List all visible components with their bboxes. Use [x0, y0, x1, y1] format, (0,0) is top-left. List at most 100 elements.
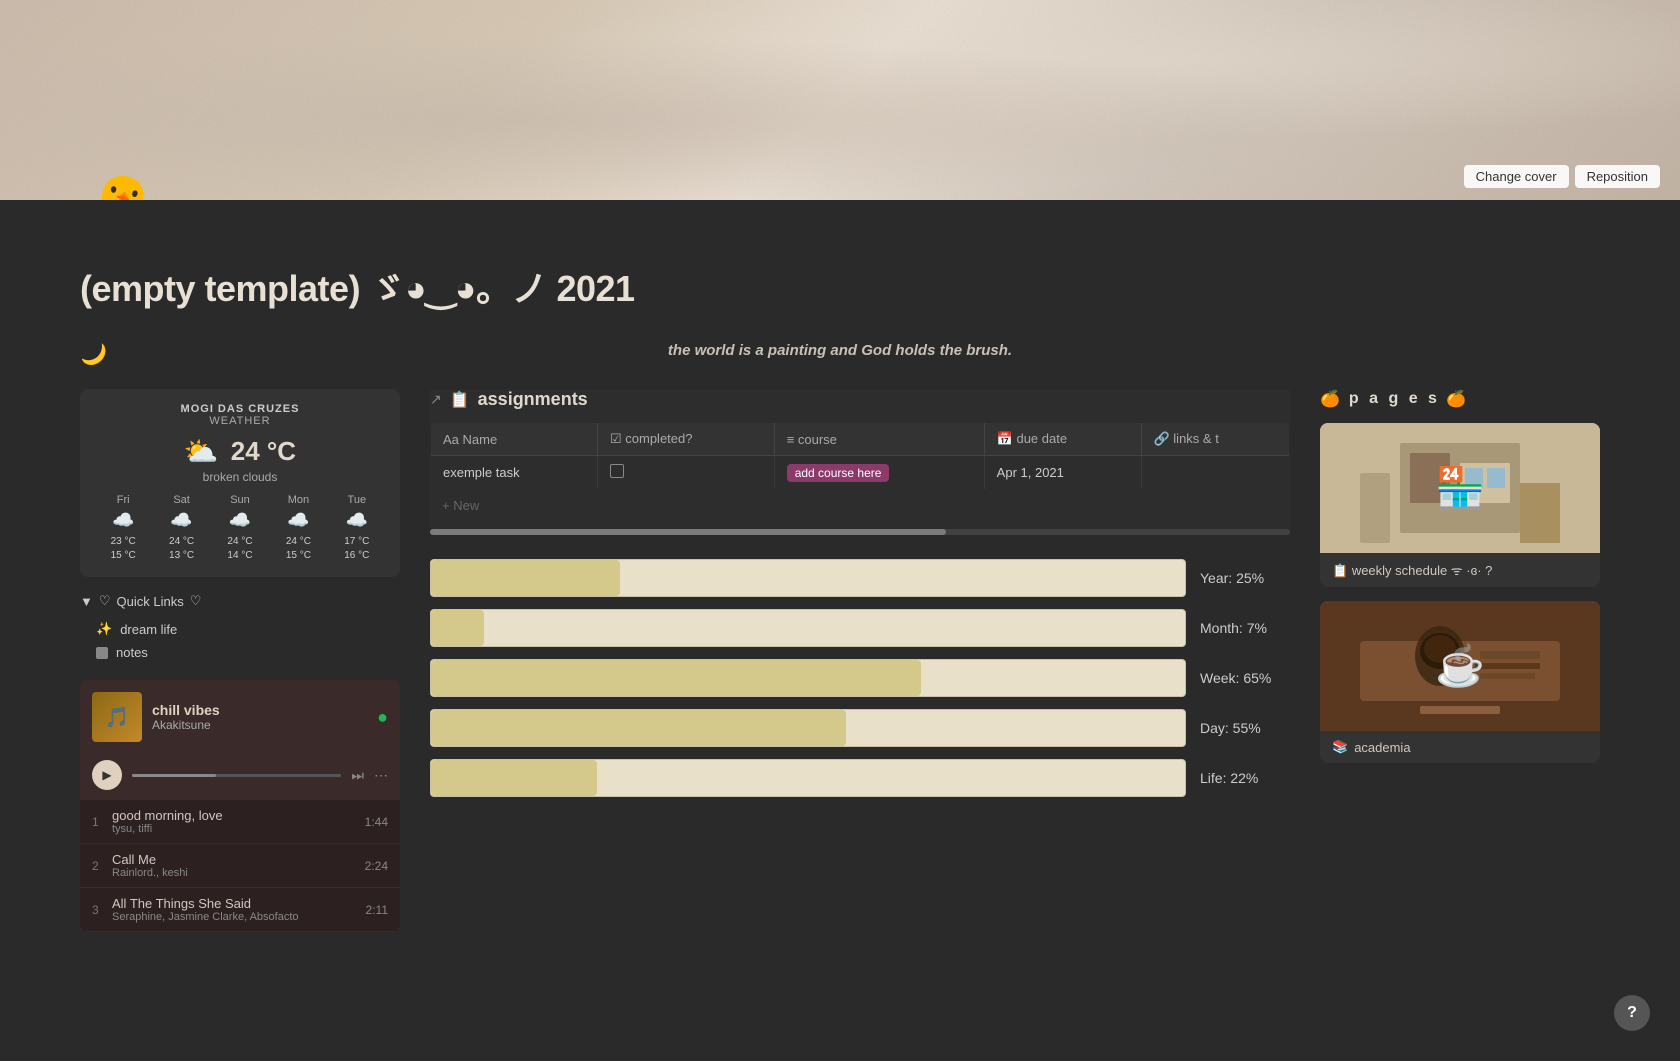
task-completed[interactable] [598, 456, 775, 490]
quick-link-dream-life[interactable]: ✨ dream life [80, 617, 400, 641]
quick-links-label: Quick Links [117, 594, 184, 609]
track-duration-1: 1:44 [365, 815, 388, 829]
page-card-label-1: 📋 weekly schedule ᯤ ·ɞ· ? [1320, 553, 1600, 587]
academia-icon: 📚 [1332, 739, 1348, 755]
academia-label-text: academia [1354, 740, 1410, 755]
music-artist: Akakitsune [152, 718, 367, 732]
track-3[interactable]: 3 All The Things She Said Seraphine, Jas… [80, 888, 400, 932]
assignments-tbody: exemple task add course here Apr 1, 2021 [431, 456, 1290, 490]
weather-day-tue: Tue ☁️ 17 °C16 °C [330, 494, 384, 563]
weather-temp: 24 °C [231, 436, 296, 467]
pages-header: 🍊 p a g e s 🍊 [1320, 389, 1600, 409]
cover-image: 🐣 Change cover Reposition [0, 0, 1680, 200]
page-card-img-2 [1320, 601, 1600, 731]
track-num-3: 3 [92, 903, 112, 917]
change-cover-button[interactable]: Change cover [1464, 165, 1569, 188]
music-title: chill vibes [152, 702, 367, 718]
weather-days: Fri ☁️ 23 °C15 °C Sat ☁️ 24 °C13 °C Sun … [96, 494, 384, 563]
pages-emoji-left: 🍊 [1320, 389, 1343, 409]
progress-section: Year: 25% Month: 7% Week: 65% [430, 559, 1290, 797]
external-link-icon[interactable]: ↗ [430, 391, 442, 408]
weather-desc: broken clouds [96, 470, 384, 484]
col-completed: ☑ completed? [598, 423, 775, 456]
play-button[interactable]: ▶ [92, 760, 122, 790]
sparkle-icon: ✨ [96, 621, 112, 637]
month-bar-fill [431, 610, 484, 646]
track-name-2: Call Me [112, 852, 365, 867]
day-label: Day: 55% [1200, 720, 1290, 736]
table-row[interactable]: exemple task add course here Apr 1, 2021 [431, 456, 1290, 490]
page-quote-text: the world is a painting and God holds th… [668, 342, 1012, 359]
assignments-thead: Aa Name ☑ completed? ≡ course 📅 due date… [431, 423, 1290, 456]
assignments-table: Aa Name ☑ completed? ≡ course 📅 due date… [430, 422, 1290, 490]
life-bar-outer [430, 759, 1186, 797]
weather-sublabel: WEATHER [96, 415, 384, 427]
progress-day: Day: 55% [430, 709, 1290, 747]
track-info-1: good morning, love tysu, tiffi [112, 808, 365, 835]
ql-label-notes: notes [116, 645, 148, 660]
year-bar-fill [431, 560, 620, 596]
coffee-image-svg [1320, 601, 1600, 731]
triangle-icon: ▼ [80, 594, 93, 609]
course-tag: add course here [787, 464, 890, 482]
page-card-academia[interactable]: 📚 academia [1320, 601, 1600, 763]
track-artist-1: tysu, tiffi [112, 823, 365, 835]
task-links [1141, 456, 1290, 490]
weather-day-sat: Sat ☁️ 24 °C13 °C [154, 494, 208, 563]
week-bar-outer [430, 659, 1186, 697]
track-2[interactable]: 2 Call Me Rainlord., keshi 2:24 [80, 844, 400, 888]
music-player: 🎵 chill vibes Akakitsune ● ▶ ⏭ ⋯ [80, 680, 400, 932]
week-bar-fill [431, 660, 921, 696]
quick-link-notes[interactable]: notes [80, 641, 400, 664]
year-label: Year: 25% [1200, 570, 1290, 586]
music-controls: ▶ ⏭ ⋯ [80, 754, 400, 800]
col-name: Aa Name [431, 423, 598, 456]
track-1[interactable]: 1 good morning, love tysu, tiffi 1:44 [80, 800, 400, 844]
track-name-1: good morning, love [112, 808, 365, 823]
music-header: 🎵 chill vibes Akakitsune ● [80, 680, 400, 754]
life-bar-fill [431, 760, 597, 796]
share-icon[interactable]: ⋯ [374, 767, 388, 784]
life-label: Life: 22% [1200, 770, 1290, 786]
cover-texture [0, 0, 1680, 200]
quick-links-header[interactable]: ▼ ♡ Quick Links ♡ [80, 593, 400, 609]
progress-month: Month: 7% [430, 609, 1290, 647]
track-info-3: All The Things She Said Seraphine, Jasmi… [112, 896, 366, 923]
help-button[interactable]: ? [1614, 995, 1650, 1031]
col-course: ≡ course [774, 423, 984, 456]
progress-week: Week: 65% [430, 659, 1290, 697]
month-label: Month: 7% [1200, 620, 1290, 636]
music-progress-bar[interactable] [132, 774, 341, 777]
music-info: chill vibes Akakitsune [152, 702, 367, 732]
page-card-weekly[interactable]: 📋 weekly schedule ᯤ ·ɞ· ? [1320, 423, 1600, 587]
weather-icon: ⛅ [184, 435, 219, 468]
weather-day-mon: Mon ☁️ 24 °C15 °C [271, 494, 325, 563]
page-quote-section: 🌙 the world is a painting and God holds … [80, 342, 1600, 359]
right-column: 🍊 p a g e s 🍊 [1320, 389, 1600, 777]
weather-main: ⛅ 24 °C [96, 435, 384, 468]
text-icon: Aa [443, 432, 459, 447]
col-links: 🔗 links & t [1141, 423, 1290, 456]
left-column: MOGI DAS CRUZES WEATHER ⛅ 24 °C broken c… [80, 389, 400, 932]
task-course[interactable]: add course here [774, 456, 984, 490]
weather-day-fri: Fri ☁️ 23 °C15 °C [96, 494, 150, 563]
reposition-button[interactable]: Reposition [1575, 165, 1660, 188]
assignments-header-row: Aa Name ☑ completed? ≡ course 📅 due date… [431, 423, 1290, 456]
progress-year: Year: 25% [430, 559, 1290, 597]
page-icon: 🐣 [78, 170, 163, 200]
notes-icon [96, 647, 108, 659]
music-tracklist: 1 good morning, love tysu, tiffi 1:44 2 … [80, 800, 400, 932]
spotify-icon: ● [377, 707, 388, 728]
page-card-img-1 [1320, 423, 1600, 553]
weather-widget: MOGI DAS CRUZES WEATHER ⛅ 24 °C broken c… [80, 389, 400, 577]
cafe-image-svg [1320, 423, 1600, 553]
track-duration-3: 2:11 [366, 903, 388, 917]
new-row-button[interactable]: + New [430, 490, 1290, 521]
weekly-label: weekly schedule ᯤ ·ɞ· ? [1352, 563, 1493, 578]
page-title: (empty template) ゞ◕‿◕。ノ 2021 [80, 260, 1600, 312]
track-info-2: Call Me Rainlord., keshi [112, 852, 365, 879]
col-due-date: 📅 due date [984, 423, 1141, 456]
skip-icon[interactable]: ⏭ [351, 767, 364, 784]
album-art: 🎵 [92, 692, 142, 742]
assignments-header: ↗ 📋 assignments [430, 389, 1290, 410]
